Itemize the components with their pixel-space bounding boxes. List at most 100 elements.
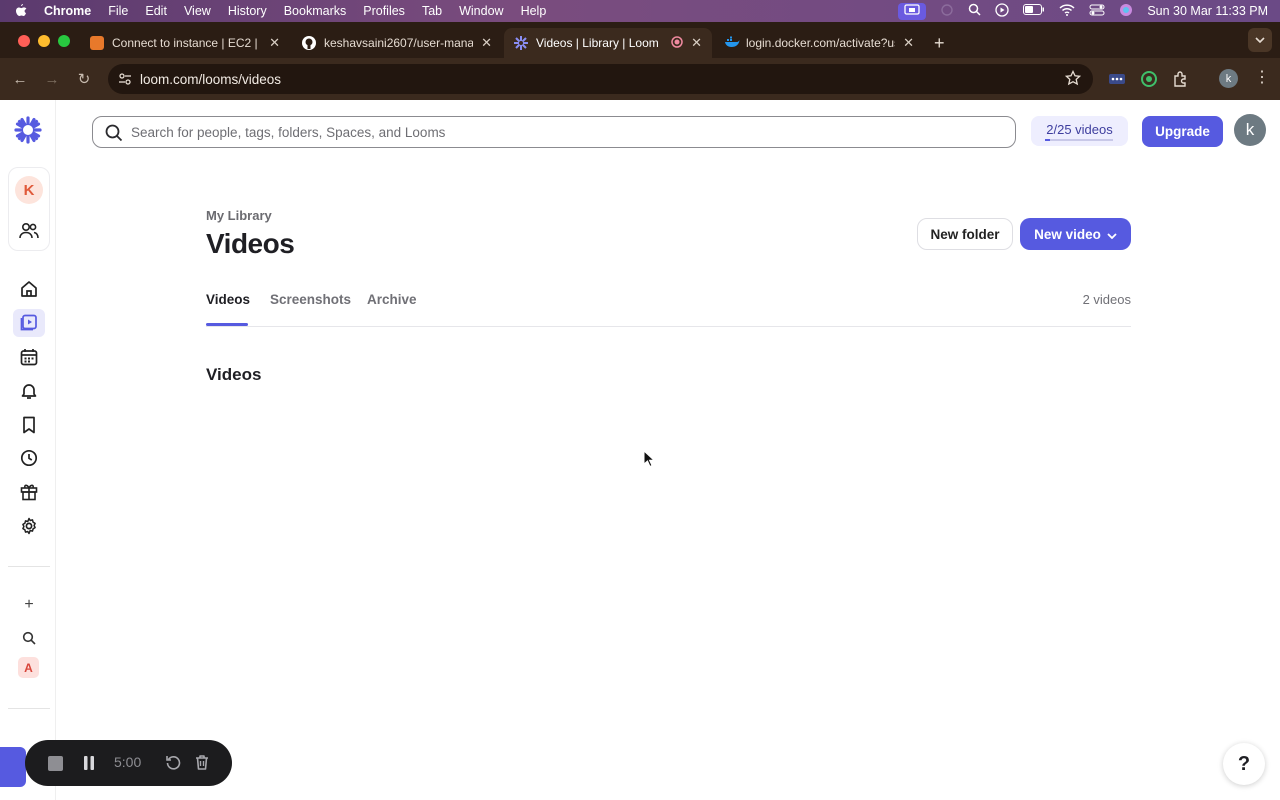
library-tabs: Videos Screenshots Archive 2 videos	[206, 290, 1131, 327]
browser-profile-avatar[interactable]: k	[1219, 69, 1238, 88]
new-folder-button[interactable]: New folder	[917, 218, 1013, 250]
extension-green-icon[interactable]	[1140, 70, 1158, 88]
user-avatar[interactable]: k	[1234, 114, 1266, 146]
space-avatar[interactable]: A	[18, 657, 39, 678]
back-icon[interactable]: ←	[4, 71, 36, 88]
menu-edit[interactable]: Edit	[145, 4, 167, 18]
new-video-button[interactable]: New video	[1020, 218, 1131, 250]
new-tab-button[interactable]: +	[924, 28, 958, 58]
quota-progress-bar	[1045, 139, 1113, 141]
tab-screenshots[interactable]: Screenshots	[270, 292, 351, 307]
calendar-icon[interactable]	[16, 344, 42, 370]
menu-profiles[interactable]: Profiles	[363, 4, 405, 18]
quota-label: 2/25 videos	[1046, 122, 1113, 137]
minimize-window-button[interactable]	[38, 35, 50, 47]
url-text: loom.com/looms/videos	[140, 71, 282, 87]
browser-tab-github[interactable]: keshavsaini2607/user-manag ✕	[292, 28, 502, 58]
tab-videos[interactable]: Videos	[206, 292, 250, 307]
recording-timer: 5:00	[114, 754, 142, 770]
close-tab-icon[interactable]: ✕	[481, 35, 492, 51]
bookmark-star-icon[interactable]	[1064, 69, 1082, 89]
browser-tab-loom[interactable]: Videos | Library | Loom ✕	[504, 28, 712, 58]
tab-title: Videos | Library | Loom	[536, 36, 659, 50]
bookmark-icon[interactable]	[16, 412, 42, 438]
upgrade-button[interactable]: Upgrade	[1142, 116, 1223, 147]
browser-tab-docker[interactable]: login.docker.com/activate?us ✕	[714, 28, 924, 58]
close-tab-icon[interactable]: ✕	[691, 35, 702, 51]
breadcrumb[interactable]: My Library	[206, 208, 272, 223]
chevron-down-icon	[1107, 227, 1117, 242]
recording-controls: 5:00	[25, 740, 232, 786]
home-icon[interactable]	[16, 276, 42, 302]
spotlight-icon[interactable]	[968, 3, 981, 19]
menu-view[interactable]: View	[184, 4, 211, 18]
tab-title: Connect to instance | EC2 | us	[112, 36, 262, 50]
menu-app-name[interactable]: Chrome	[44, 4, 91, 18]
address-bar[interactable]: loom.com/looms/videos	[108, 64, 1093, 94]
search-placeholder: Search for people, tags, folders, Spaces…	[131, 124, 446, 140]
search-icon[interactable]	[16, 625, 42, 651]
bell-icon[interactable]	[16, 378, 42, 404]
screen-record-icon[interactable]	[898, 2, 927, 20]
add-icon[interactable]: +	[16, 592, 42, 618]
restart-icon[interactable]	[165, 754, 182, 776]
zoom-window-button[interactable]	[58, 35, 70, 47]
menu-bookmarks[interactable]: Bookmarks	[284, 4, 347, 18]
trash-icon[interactable]	[194, 754, 210, 776]
loom-logo-icon[interactable]	[14, 116, 42, 144]
extensions-puzzle-icon[interactable]	[1172, 70, 1190, 88]
library-icon[interactable]	[13, 309, 45, 337]
search-icon	[105, 124, 123, 145]
battery-icon[interactable]	[1023, 4, 1045, 18]
gift-icon[interactable]	[16, 479, 42, 505]
help-button[interactable]: ?	[1223, 743, 1265, 785]
gear-icon[interactable]	[16, 513, 42, 539]
macos-menubar: Chrome File Edit View History Bookmarks …	[0, 0, 1280, 22]
menu-window[interactable]: Window	[459, 4, 503, 18]
tab-archive[interactable]: Archive	[367, 292, 417, 307]
pause-icon[interactable]	[82, 755, 96, 776]
menubar-datetime[interactable]: Sun 30 Mar 11:33 PM	[1147, 4, 1268, 18]
tab-search-chevron-icon[interactable]	[1248, 28, 1272, 52]
menu-tab[interactable]: Tab	[422, 4, 442, 18]
sidebar-divider	[8, 566, 50, 567]
members-icon[interactable]	[16, 218, 42, 244]
browser-tabstrip: Connect to instance | EC2 | us ✕ keshavs…	[0, 22, 1280, 58]
menu-history[interactable]: History	[228, 4, 267, 18]
window-controls	[18, 35, 70, 47]
active-tab-indicator	[206, 323, 248, 326]
recorder-side-tab[interactable]	[0, 747, 26, 787]
loom-sidebar: K + A	[0, 100, 56, 800]
new-video-label: New video	[1034, 226, 1101, 242]
page-title: Videos	[206, 228, 295, 259]
video-quota-indicator[interactable]: 2/25 videos	[1031, 116, 1128, 146]
airdrop-icon[interactable]	[940, 3, 954, 20]
close-window-button[interactable]	[18, 35, 30, 47]
close-tab-icon[interactable]: ✕	[269, 35, 280, 51]
browser-tab-ec2[interactable]: Connect to instance | EC2 | us ✕	[80, 28, 290, 58]
site-settings-icon[interactable]	[118, 72, 132, 86]
workspace-avatar[interactable]: K	[15, 176, 43, 204]
tab-title: login.docker.com/activate?us	[746, 36, 896, 50]
stop-icon[interactable]	[48, 756, 63, 771]
recording-indicator-icon	[671, 35, 683, 51]
video-count: 2 videos	[1082, 292, 1131, 307]
wifi-icon[interactable]	[1059, 3, 1075, 19]
forward-icon[interactable]: →	[36, 71, 68, 88]
section-title: Videos	[206, 365, 262, 384]
clock-icon[interactable]	[16, 445, 42, 471]
reload-icon[interactable]: ↻	[68, 70, 100, 88]
play-icon[interactable]	[995, 2, 1009, 20]
close-tab-icon[interactable]: ✕	[903, 35, 914, 51]
menu-file[interactable]: File	[108, 4, 128, 18]
siri-icon[interactable]	[1119, 3, 1133, 20]
sidebar-divider	[8, 708, 50, 709]
extension-dots-icon[interactable]	[1108, 70, 1126, 88]
apple-icon[interactable]	[14, 3, 27, 20]
mouse-cursor-icon	[643, 449, 656, 473]
menu-help[interactable]: Help	[521, 4, 547, 18]
control-center-icon[interactable]	[1089, 4, 1105, 19]
browser-menu-icon[interactable]: ⋮	[1254, 69, 1270, 87]
search-input[interactable]: Search for people, tags, folders, Spaces…	[92, 116, 1016, 148]
quota-progress-fill	[1045, 139, 1051, 141]
